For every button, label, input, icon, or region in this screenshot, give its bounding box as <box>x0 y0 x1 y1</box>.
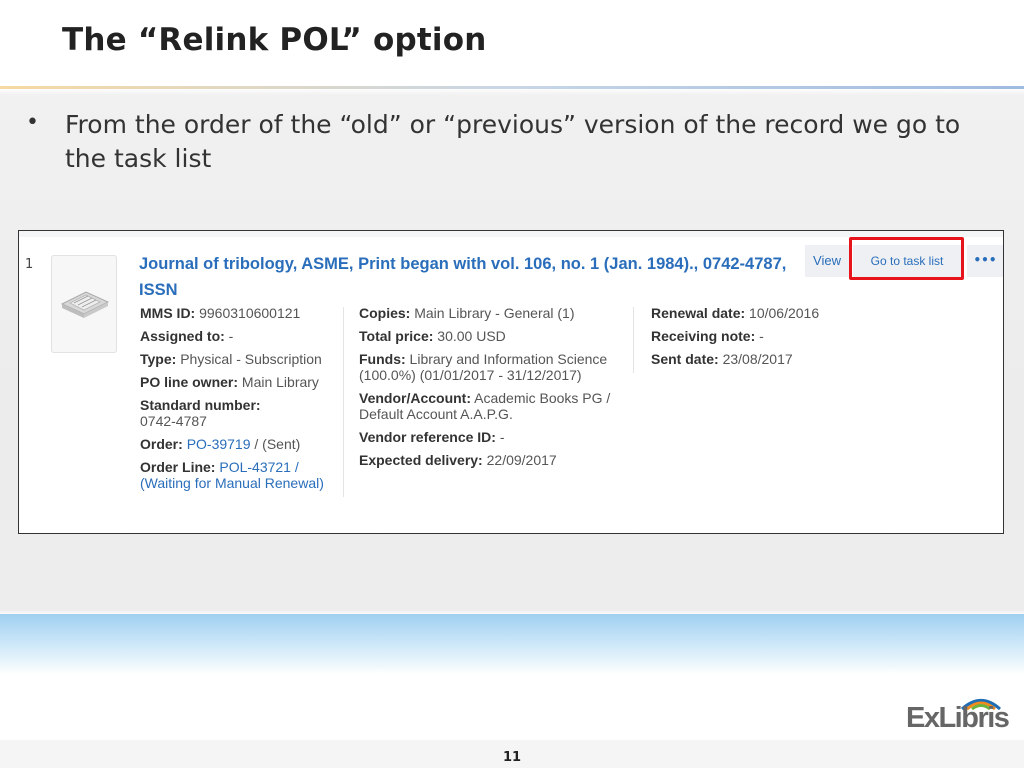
funds-field: Funds: Library and Information Science (… <box>359 351 619 383</box>
type-label: Type: <box>140 351 177 367</box>
expected-delivery-value: 22/09/2017 <box>482 452 557 468</box>
order-line-label: Order Line: <box>140 459 216 475</box>
exlibris-logo: ExLibris <box>906 696 1014 740</box>
expected-delivery-label: Expected delivery: <box>359 452 483 468</box>
details-column-2: Copies: Main Library - General (1) Total… <box>359 305 619 475</box>
sent-date-value: 23/08/2017 <box>718 351 793 367</box>
po-line-owner-field: PO line owner: Main Library <box>140 374 330 390</box>
order-field: Order: PO-39719 / (Sent) <box>140 436 330 452</box>
type-value: Physical - Subscription <box>176 351 322 367</box>
book-icon <box>60 291 110 318</box>
type-field: Type: Physical - Subscription <box>140 351 330 367</box>
column-divider <box>343 307 344 497</box>
column-divider <box>633 307 634 373</box>
sent-date-field: Sent date: 23/08/2017 <box>651 351 901 367</box>
expected-delivery-field: Expected delivery: 22/09/2017 <box>359 452 619 468</box>
title-divider <box>0 86 1024 89</box>
task-list-highlight-box <box>849 237 964 280</box>
screenshot-panel: 1 Journal of tribology, ASME, Print bega… <box>18 230 1004 534</box>
total-price-field: Total price: 30.00 USD <box>359 328 619 344</box>
renewal-date-label: Renewal date: <box>651 305 746 321</box>
sent-date-label: Sent date: <box>651 351 719 367</box>
standard-number-value: 0742-4787 <box>140 413 207 429</box>
order-label: Order: <box>140 436 183 452</box>
record-thumbnail[interactable] <box>51 255 117 353</box>
vendor-reference-label: Vendor reference ID: <box>359 429 496 445</box>
vendor-reference-field: Vendor reference ID: - <box>359 429 619 445</box>
order-link[interactable]: PO-39719 <box>187 436 251 452</box>
slide-title: The “Relink POL” option <box>62 22 487 58</box>
vendor-reference-value: - <box>495 429 505 445</box>
order-line-field: Order Line: POL-43721 / (Waiting for Man… <box>140 459 330 491</box>
funds-label: Funds: <box>359 351 406 367</box>
mms-id-label: MMS ID: <box>140 305 196 321</box>
copies-field: Copies: Main Library - General (1) <box>359 305 619 321</box>
more-options-button[interactable]: ••• <box>967 245 1003 277</box>
receiving-note-label: Receiving note: <box>651 328 756 344</box>
bullet-text: From the order of the “old” or “previous… <box>65 110 961 173</box>
page-number: 11 <box>502 750 522 765</box>
details-column-1: MMS ID: 9960310600121 Assigned to: - Typ… <box>140 305 330 498</box>
view-button[interactable]: View <box>805 245 849 277</box>
mms-id-value: 9960310600121 <box>195 305 301 321</box>
po-line-owner-value: Main Library <box>238 374 319 390</box>
renewal-date-field: Renewal date: 10/06/2016 <box>651 305 901 321</box>
assigned-to-field: Assigned to: - <box>140 328 330 344</box>
assigned-to-label: Assigned to: <box>140 328 225 344</box>
total-price-value: 30.00 USD <box>433 328 506 344</box>
order-status: / (Sent) <box>250 436 301 452</box>
details-column-3: Renewal date: 10/06/2016 Receiving note:… <box>651 305 901 374</box>
renewal-date-value: 10/06/2016 <box>745 305 820 321</box>
mms-id-field: MMS ID: 9960310600121 <box>140 305 330 321</box>
receiving-note-field: Receiving note: - <box>651 328 901 344</box>
logo-wordmark: ExLibris <box>906 702 1010 734</box>
assigned-to-value: - <box>224 328 234 344</box>
receiving-note-value: - <box>755 328 764 344</box>
standard-number-label: Standard number: <box>140 397 261 413</box>
vendor-account-label: Vendor/Account: <box>359 390 472 406</box>
record-title-link[interactable]: Journal of tribology, ASME, Print began … <box>139 251 789 303</box>
bullet-dot-icon: • <box>26 110 39 135</box>
po-line-owner-label: PO line owner: <box>140 374 239 390</box>
copies-label: Copies: <box>359 305 411 321</box>
standard-number-field: Standard number: 0742-4787 <box>140 397 330 429</box>
copies-value: Main Library - General (1) <box>410 305 575 321</box>
total-price-label: Total price: <box>359 328 434 344</box>
row-number: 1 <box>25 257 34 272</box>
decorative-blue-band <box>0 614 1024 674</box>
vendor-account-field: Vendor/Account: Academic Books PG / Defa… <box>359 390 619 422</box>
